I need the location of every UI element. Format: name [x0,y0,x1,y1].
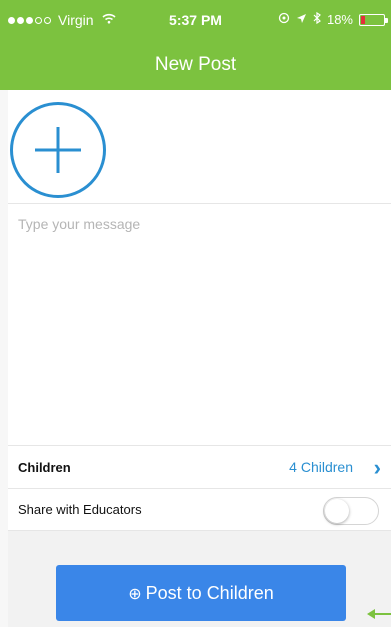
composer-divider [8,203,391,204]
plus-circle-icon [35,127,81,173]
page-title: New Post [154,54,237,75]
toggle-knob [325,499,349,523]
share-educators-row: Share with Educators [8,488,391,531]
orientation-lock-icon [278,0,290,40]
chevron-right-icon[interactable]: › [374,446,381,489]
post-composer [8,90,391,445]
status-bar: Virgin 5:37 PM 18% [0,0,391,40]
post-button-label: Post to Children [145,583,274,603]
bottom-action-area: ⊕ Post to Children [8,531,391,627]
children-count[interactable]: 4 Children [289,446,353,489]
children-row[interactable]: Children 4 Children › [8,445,391,488]
children-label: Children [18,459,71,475]
header-bar: Virgin 5:37 PM 18% New Post [0,0,391,90]
location-icon [296,0,307,40]
app-screen: Virgin 5:37 PM 18% New Post Type your me… [0,0,391,627]
plus-circle-icon: ⊕ [128,586,142,603]
share-educators-label: Share with Educators [18,502,142,517]
share-educators-toggle[interactable] [323,497,379,525]
battery-icon [359,14,388,26]
arrow-left-icon [367,609,391,619]
message-input[interactable] [18,210,378,238]
status-right: 18% [278,0,388,40]
post-to-children-button[interactable]: ⊕ Post to Children [56,565,346,621]
bluetooth-icon [313,0,321,40]
battery-percent: 18% [326,12,353,27]
add-media-button[interactable] [10,102,106,198]
